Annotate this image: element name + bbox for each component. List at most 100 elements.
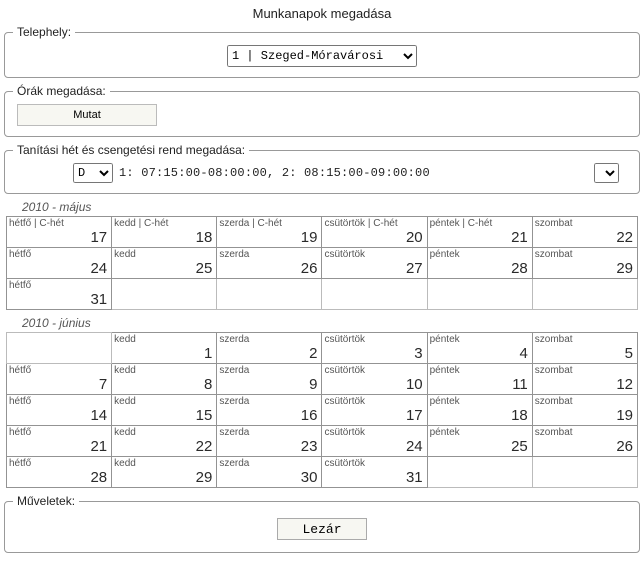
day-label: péntek: [430, 396, 460, 407]
day-label: hétfő: [9, 427, 31, 438]
calendar-cell[interactable]: szerda26: [217, 248, 322, 279]
calendar-cell[interactable]: kedd8: [112, 364, 217, 395]
calendar-cell[interactable]: hétfő24: [7, 248, 112, 279]
day-number: 1: [204, 345, 212, 362]
day-label: szerda: [219, 249, 249, 260]
calendar-cell-blank: [322, 279, 427, 310]
calendar-cell-blank: [217, 279, 322, 310]
calendar-cell-blank: [532, 457, 637, 488]
show-button[interactable]: Mutat: [17, 104, 157, 126]
calendar-cell[interactable]: szerda 23: [217, 426, 322, 457]
calendar-cell[interactable]: csütörtök31: [322, 457, 427, 488]
calendar-cell[interactable]: hétfő28: [7, 457, 112, 488]
day-number: 30: [301, 469, 318, 486]
site-fieldset: Telephely: 1 | Szeged-Móravárosi: [4, 25, 640, 78]
day-label: péntek: [430, 427, 460, 438]
day-label: péntek: [430, 249, 460, 260]
day-number: 3: [414, 345, 422, 362]
calendar-cell-blank: [532, 279, 637, 310]
day-number: 31: [90, 291, 107, 308]
day-label: kedd | C-hét: [114, 218, 168, 229]
page-title: Munkanapok megadása: [4, 6, 640, 21]
day-number: 28: [90, 469, 107, 486]
day-number: 20: [406, 229, 423, 246]
calendar-cell[interactable]: szombat 5: [532, 333, 637, 364]
calendar-cell[interactable]: szombat29: [532, 248, 637, 279]
actions-legend: Műveletek:: [13, 494, 79, 508]
calendar-table: kedd1szerda2csütörtök3péntek4szombat5hét…: [6, 332, 638, 488]
calendar-cell[interactable]: kedd15: [112, 395, 217, 426]
site-legend: Telephely:: [13, 25, 75, 39]
day-label: csütörtök: [324, 396, 365, 407]
day-number: 19: [616, 407, 633, 424]
day-number: 22: [616, 229, 633, 246]
day-number: 28: [511, 260, 528, 277]
day-number: 10: [406, 376, 423, 393]
day-number: 21: [511, 229, 528, 246]
calendar-cell[interactable]: csütörtök 10: [322, 364, 427, 395]
calendar-cell[interactable]: hétfő14: [7, 395, 112, 426]
day-label: szerda: [219, 427, 249, 438]
hours-fieldset: Órák megadása: Mutat: [4, 84, 640, 137]
calendar-cell[interactable]: kedd1: [112, 333, 217, 364]
calendar-cell[interactable]: kedd29: [112, 457, 217, 488]
calendar-cell[interactable]: csütörtök27: [322, 248, 427, 279]
day-label: csütörtök: [324, 365, 365, 376]
day-label: csütörtök | C-hét: [324, 218, 397, 229]
day-label: péntek | C-hét: [430, 218, 493, 229]
day-number: 24: [90, 260, 107, 277]
calendar-cell[interactable]: kedd25: [112, 248, 217, 279]
day-label: szerda: [219, 365, 249, 376]
close-button[interactable]: Lezár: [277, 518, 367, 540]
day-label: hétfő: [9, 365, 31, 376]
calendar-cell[interactable]: kedd22: [112, 426, 217, 457]
day-label: szombat: [535, 218, 573, 229]
day-number: 19: [301, 229, 318, 246]
calendar-cell[interactable]: szombat12: [532, 364, 637, 395]
calendar-cell[interactable]: hétfő 21: [7, 426, 112, 457]
calendar-cell[interactable]: péntek4: [427, 333, 532, 364]
day-label: szombat: [535, 334, 573, 345]
day-number: 5: [625, 345, 633, 362]
day-number: 24: [406, 438, 423, 455]
schedule-extra-select[interactable]: [594, 163, 619, 183]
calendar-cell[interactable]: péntek | C-hét 21: [427, 217, 532, 248]
calendar-cell[interactable]: szombat 22: [532, 217, 637, 248]
calendar-cell[interactable]: szerda2: [217, 333, 322, 364]
calendar-cell[interactable]: hétfő | C-hét17: [7, 217, 112, 248]
calendar-cell[interactable]: csütörtök17: [322, 395, 427, 426]
day-number: 14: [90, 407, 107, 424]
day-label: csütörtök: [324, 427, 365, 438]
calendar-cell[interactable]: szerda | C-hét 19: [217, 217, 322, 248]
month-title: 2010 - június: [22, 316, 640, 330]
calendar-cell[interactable]: szerda9: [217, 364, 322, 395]
day-number: 18: [196, 229, 213, 246]
day-label: szombat: [535, 427, 573, 438]
calendar-cell[interactable]: péntek 18: [427, 395, 532, 426]
day-number: 21: [90, 438, 107, 455]
calendar-cell[interactable]: hétfő31: [7, 279, 112, 310]
day-label: szerda | C-hét: [219, 218, 282, 229]
week-type-select[interactable]: D: [73, 163, 113, 183]
site-select[interactable]: 1 | Szeged-Móravárosi: [227, 45, 417, 67]
calendar-cell-blank: [427, 279, 532, 310]
calendar-cell[interactable]: szerda30: [217, 457, 322, 488]
day-number: 2: [309, 345, 317, 362]
calendar-cell[interactable]: szombat26: [532, 426, 637, 457]
calendar-cell[interactable]: csütörtök 24: [322, 426, 427, 457]
calendar-cell[interactable]: szombat19: [532, 395, 637, 426]
calendar-cell[interactable]: péntek11: [427, 364, 532, 395]
calendar-cell[interactable]: szerda16: [217, 395, 322, 426]
calendar-cell[interactable]: hétfő7: [7, 364, 112, 395]
calendar-cell[interactable]: péntek25: [427, 426, 532, 457]
day-number: 11: [512, 376, 528, 393]
day-number: 23: [301, 438, 318, 455]
calendar-cell[interactable]: péntek 28: [427, 248, 532, 279]
schedule-legend: Tanítási hét és csengetési rend megadása…: [13, 143, 249, 157]
day-number: 8: [204, 376, 212, 393]
day-number: 18: [511, 407, 528, 424]
calendar-cell[interactable]: csütörtök3: [322, 333, 427, 364]
calendar-cell[interactable]: kedd | C-hét 18: [112, 217, 217, 248]
calendar-cell[interactable]: csütörtök | C-hét 20: [322, 217, 427, 248]
day-number: 17: [90, 229, 107, 246]
